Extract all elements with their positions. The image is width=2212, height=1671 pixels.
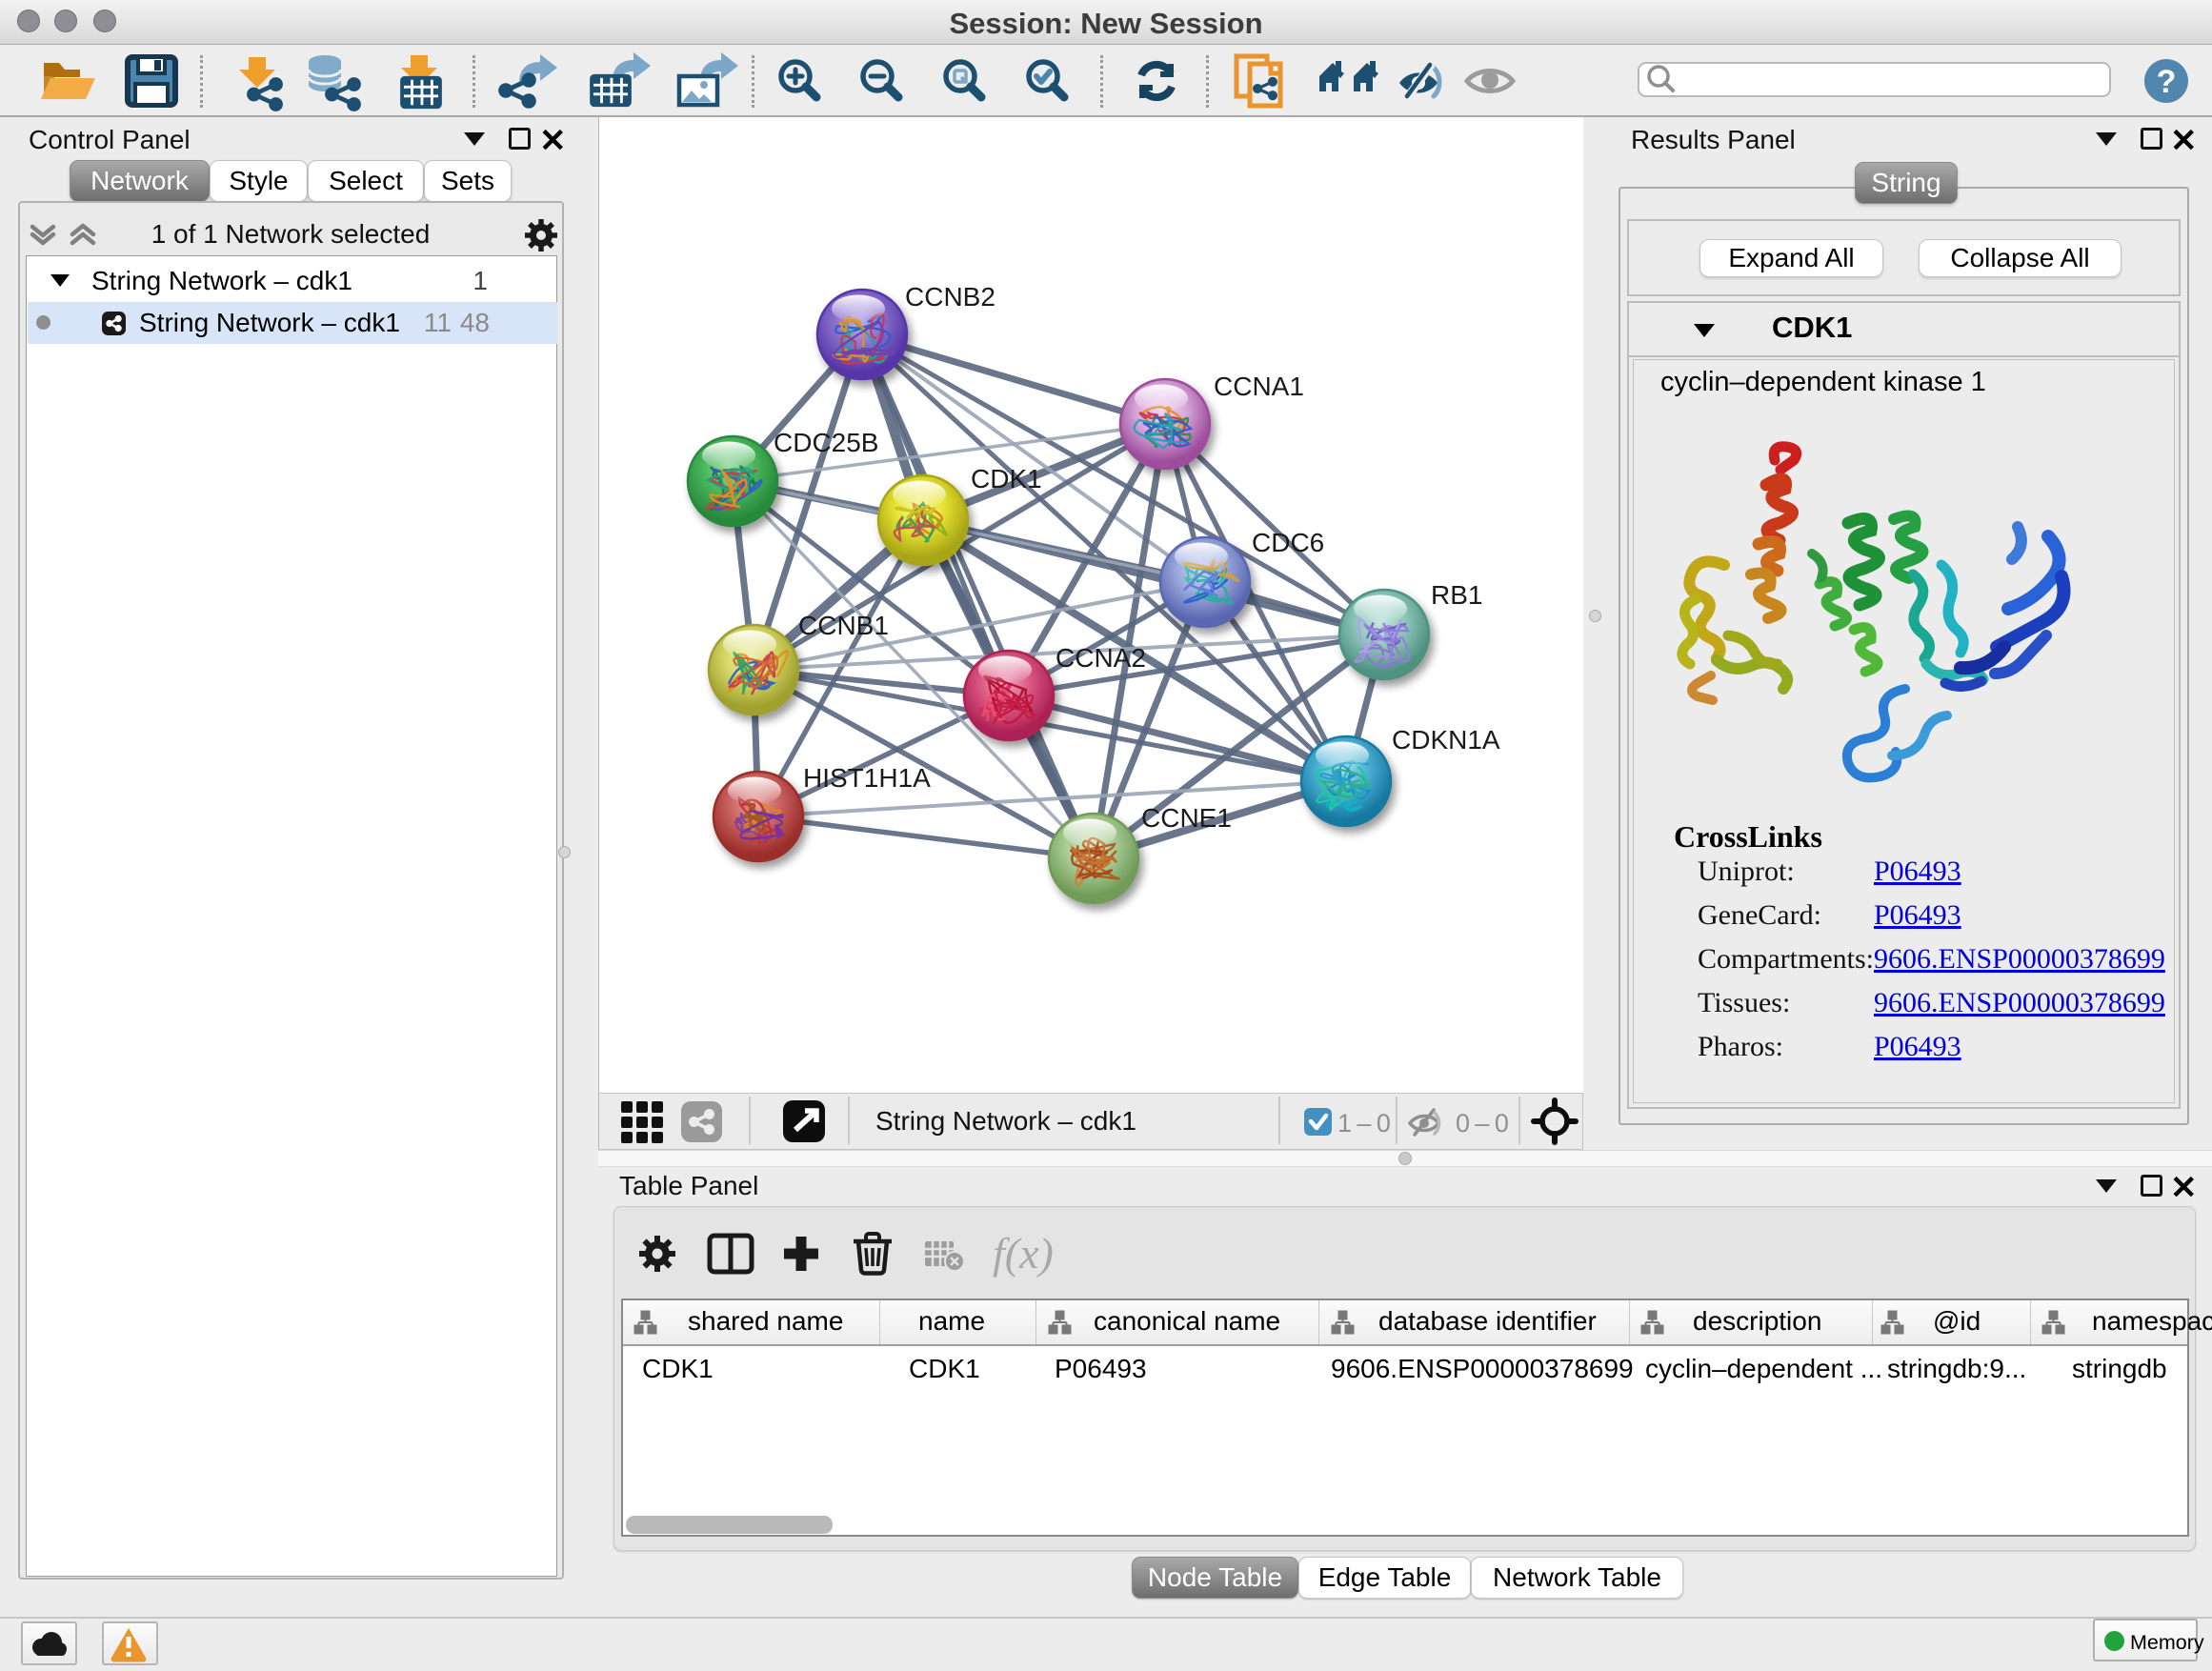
svg-text:RB1: RB1 [1431,580,1482,610]
svg-text:CDKN1A: CDKN1A [1392,725,1500,755]
svg-text:CCNB2: CCNB2 [905,282,995,312]
svg-text:CCNA1: CCNA1 [1214,372,1304,401]
svg-text:0 – 0: 0 – 0 [1456,1109,1509,1137]
svg-text:CDK1: CDK1 [971,464,1042,493]
svg-text:?: ? [2157,64,2177,100]
svg-text:CCNB1: CCNB1 [798,611,889,640]
svg-text:CCNE1: CCNE1 [1141,803,1232,833]
svg-text:1 – 0: 1 – 0 [1337,1109,1391,1137]
svg-text:CDC25B: CDC25B [774,428,878,457]
svg-text:HIST1H1A: HIST1H1A [803,763,931,793]
svg-text:CCNA2: CCNA2 [1056,643,1146,673]
svg-text:CDC6: CDC6 [1252,528,1324,557]
svg-text:f(x): f(x) [993,1229,1054,1278]
